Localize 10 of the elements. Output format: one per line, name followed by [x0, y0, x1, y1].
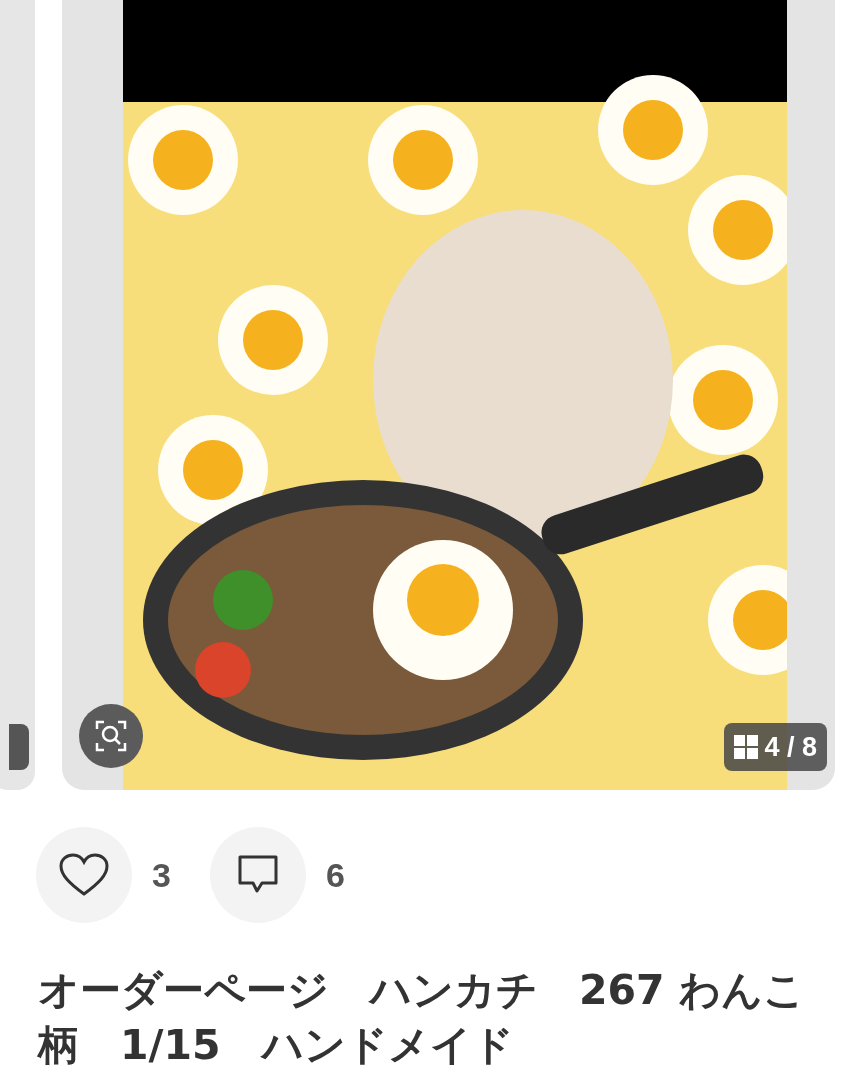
image-search-icon — [94, 719, 128, 753]
heart-icon — [59, 853, 109, 897]
carousel-card[interactable] — [0, 0, 35, 790]
page-counter-badge — [9, 724, 29, 770]
product-title: オーダーページ ハンカチ 267 わんこ柄 1/15 ハンドメイド — [38, 965, 806, 1071]
grid-icon — [734, 735, 759, 759]
page-counter: 4 / 8 — [764, 731, 817, 763]
carousel-card[interactable]: 4 / 8 — [62, 0, 835, 790]
like-count: 3 — [152, 855, 172, 895]
comment-count: 6 — [326, 855, 346, 895]
